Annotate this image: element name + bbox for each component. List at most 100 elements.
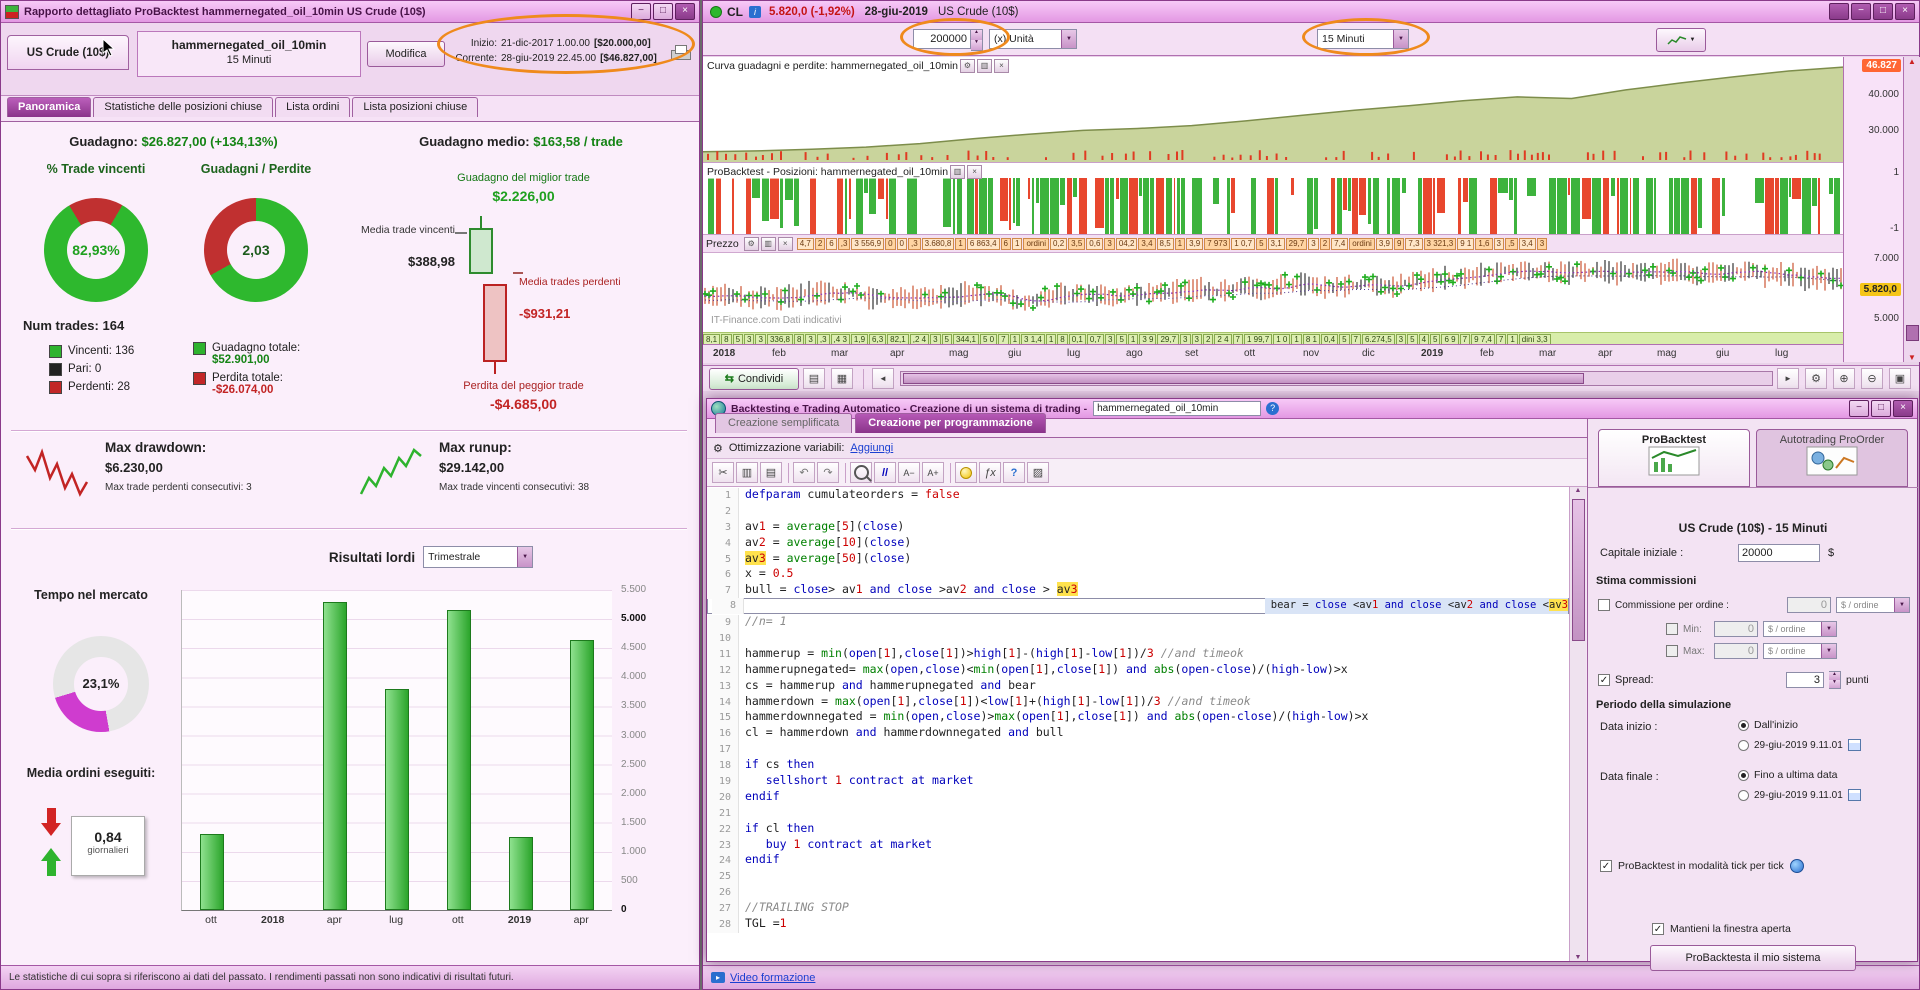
- report-titlebar[interactable]: Rapporto dettagliato ProBacktest hammern…: [1, 1, 699, 23]
- close-icon[interactable]: ×: [1893, 400, 1913, 417]
- close-icon[interactable]: ×: [777, 236, 793, 251]
- min-checkbox[interactable]: [1666, 623, 1678, 635]
- tab-probacktest[interactable]: ProBacktest: [1598, 429, 1750, 487]
- function-icon[interactable]: ƒx: [979, 462, 1001, 483]
- cut-icon[interactable]: ✂: [712, 462, 734, 483]
- end-option-date[interactable]: 29-giu-2019 9.11.01: [1738, 789, 1861, 801]
- copy-icon[interactable]: ▥: [950, 165, 966, 179]
- keep-open-row[interactable]: ✓ Mantieni la finestra aperta: [1652, 923, 1791, 935]
- commission-checkbox[interactable]: [1598, 599, 1610, 611]
- spread-input[interactable]: 3: [1786, 672, 1824, 688]
- min-input[interactable]: 0: [1714, 621, 1758, 637]
- modify-button[interactable]: Modifica: [367, 41, 445, 67]
- vertical-scrollbar[interactable]: ▲ ▼: [1903, 57, 1920, 362]
- scroll-up-icon[interactable]: ▲: [1904, 57, 1920, 66]
- commission-unit-select[interactable]: $ / ordine ▼: [1836, 597, 1910, 613]
- max-checkbox[interactable]: [1666, 645, 1678, 657]
- minimize-icon[interactable]: −: [631, 3, 651, 20]
- redo-icon[interactable]: ↷: [817, 462, 839, 483]
- wrench-icon[interactable]: ⚙: [1805, 368, 1827, 389]
- calendar-icon[interactable]: ▦: [831, 368, 853, 389]
- period-select[interactable]: Trimestrale ▼: [423, 546, 534, 568]
- copy-icon[interactable]: ▥: [736, 462, 758, 483]
- equity-panel[interactable]: Curva guadagni e perdite: hammernegated_…: [703, 57, 1843, 163]
- copy-icon[interactable]: ▥: [760, 236, 776, 251]
- calendar-icon[interactable]: [1847, 789, 1861, 801]
- scroll-down-icon[interactable]: ▼: [1904, 353, 1920, 362]
- tick-mode-row[interactable]: ✓ ProBacktest in modalità tick per tick: [1600, 859, 1804, 873]
- price-axis[interactable]: 46.827 40.000 30.000 1 -1 7.000 5.820,0 …: [1843, 57, 1903, 362]
- search-icon[interactable]: [850, 462, 872, 483]
- hint-icon[interactable]: [955, 462, 977, 483]
- scroll-left-icon[interactable]: ◄: [872, 368, 894, 389]
- spread-checkbox[interactable]: ✓: [1598, 674, 1610, 686]
- comment-icon[interactable]: //: [874, 462, 896, 483]
- undo-icon[interactable]: ↶: [793, 462, 815, 483]
- zoom-in-icon[interactable]: ⊕: [1833, 368, 1855, 389]
- scroll-thumb[interactable]: [1572, 499, 1585, 641]
- tab-autotrading-proorder[interactable]: Autotrading ProOrder: [1756, 429, 1908, 487]
- time-scrollbar[interactable]: [900, 371, 1773, 386]
- wrench-icon[interactable]: ⚙: [743, 236, 759, 251]
- max-unit-select[interactable]: $ / ordine ▼: [1763, 643, 1837, 659]
- creation-tab[interactable]: Creazione semplificata: [715, 413, 853, 433]
- capital-input[interactable]: 20000: [1738, 544, 1820, 562]
- print-icon[interactable]: ▨: [1027, 462, 1049, 483]
- help-icon[interactable]: ?: [1003, 462, 1025, 483]
- positions-panel[interactable]: ProBacktest - Posizioni: hammernegated_o…: [703, 163, 1843, 235]
- report-tab[interactable]: Statistiche delle posizioni chiuse: [93, 97, 274, 117]
- paste-icon[interactable]: ▤: [760, 462, 782, 483]
- maximize-icon[interactable]: □: [1873, 3, 1893, 20]
- wrench-icon[interactable]: ⚙: [960, 59, 975, 73]
- close-icon[interactable]: ×: [675, 3, 695, 20]
- run-backtest-button[interactable]: ProBacktesta il mio sistema: [1650, 945, 1856, 971]
- end-option-last[interactable]: Fino a ultima data: [1738, 769, 1837, 781]
- video-training-link[interactable]: Video formazione: [730, 972, 815, 984]
- start-option-date[interactable]: 29-giu-2019 9.11.01: [1738, 739, 1861, 751]
- price-panel[interactable]: Prezzo ⚙ ▥ × 4,7 2 6,3 3 556,9 0 0,3 3.680,8 1 6…: [703, 235, 1843, 344]
- minimize-icon[interactable]: −: [1851, 3, 1871, 20]
- position-stripe: [999, 178, 1008, 222]
- close-icon[interactable]: ×: [1895, 3, 1915, 20]
- chart-type-button[interactable]: ▼: [1656, 28, 1706, 52]
- code-editor[interactable]: 1 defparam cumulateorders = false 2 3 av1 = …: [707, 487, 1569, 961]
- close-icon[interactable]: ×: [994, 59, 1009, 73]
- max-input[interactable]: 0: [1714, 643, 1758, 659]
- unit-select[interactable]: (x) Unità ▼: [989, 29, 1077, 49]
- quantity-stepper[interactable]: ▲ ▼: [971, 29, 983, 51]
- minimize-icon[interactable]: −: [1849, 400, 1869, 417]
- min-unit-select[interactable]: $ / ordine ▼: [1763, 621, 1837, 637]
- gross-results-chart[interactable]: [181, 590, 612, 911]
- maximize-icon[interactable]: □: [1871, 400, 1891, 417]
- commission-input[interactable]: 0: [1787, 597, 1831, 613]
- quantity-input[interactable]: 200000: [913, 29, 971, 49]
- list-icon[interactable]: ▤: [803, 368, 825, 389]
- editor-scrollbar[interactable]: ▲ ▼: [1569, 487, 1586, 961]
- fullscreen-icon[interactable]: ▣: [1889, 368, 1911, 389]
- close-icon[interactable]: ×: [967, 165, 983, 179]
- report-tab[interactable]: Panoramica: [7, 97, 92, 117]
- info-icon[interactable]: i: [749, 5, 761, 18]
- copy-icon[interactable]: ▥: [977, 59, 992, 73]
- layout-grid-icon[interactable]: [1829, 3, 1849, 20]
- share-button[interactable]: ⇆ Condividi: [709, 367, 799, 390]
- add-variable-link[interactable]: Aggiungi: [850, 442, 893, 454]
- maximize-icon[interactable]: □: [653, 3, 673, 20]
- font-smaller-icon[interactable]: A−: [898, 462, 920, 483]
- scroll-thumb[interactable]: [1906, 325, 1919, 341]
- timeframe-select[interactable]: 15 Minuti ▼: [1317, 29, 1409, 49]
- report-tab[interactable]: Lista posizioni chiuse: [352, 97, 479, 117]
- start-option-beginning[interactable]: Dall'inizio: [1738, 719, 1798, 731]
- report-tab[interactable]: Lista ordini: [275, 97, 351, 117]
- calendar-icon[interactable]: [1847, 739, 1861, 751]
- time-axis[interactable]: 2018 feb mar apr mag giu lug ago set ott nov dic 201…: [703, 344, 1843, 363]
- chart-titlebar[interactable]: CL i 5.820,0 (-1,92%) 28-giu-2019 US Cru…: [703, 1, 1919, 23]
- time-scroll-thumb[interactable]: [903, 373, 1585, 384]
- creation-tab[interactable]: Creazione per programmazione: [855, 413, 1046, 433]
- font-larger-icon[interactable]: A+: [922, 462, 944, 483]
- zoom-out-icon[interactable]: ⊖: [1861, 368, 1883, 389]
- position-stripe: [707, 178, 715, 234]
- spread-stepper[interactable]: ▲ ▼: [1829, 671, 1841, 689]
- print-icon[interactable]: [671, 45, 691, 63]
- scroll-right-icon[interactable]: ►: [1777, 368, 1799, 389]
